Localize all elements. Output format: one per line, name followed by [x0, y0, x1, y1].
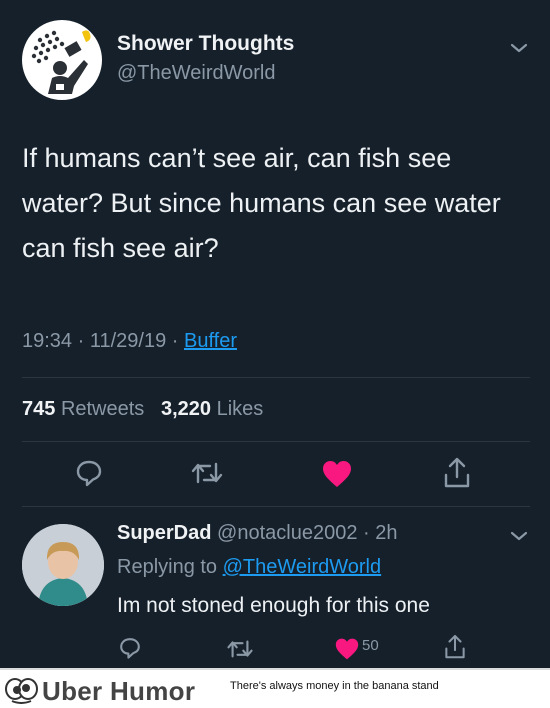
- share-icon[interactable]: [443, 457, 471, 489]
- tweet-text: If humans can’t see air, can fish see wa…: [22, 143, 501, 263]
- replying-to: Replying to @TheWeirdWorld: [117, 556, 381, 579]
- meta-separator: ·: [77, 330, 90, 352]
- reply-icon[interactable]: [74, 458, 104, 488]
- reply-text: Im not stoned enough for this one: [117, 594, 430, 617]
- avatar[interactable]: [22, 20, 102, 100]
- replying-mention-link[interactable]: @TheWeirdWorld: [223, 556, 382, 578]
- like-icon[interactable]: [321, 459, 353, 489]
- like-icon[interactable]: [334, 637, 360, 661]
- reply-display-name[interactable]: SuperDad: [117, 522, 211, 544]
- retweet-count[interactable]: 745: [22, 398, 55, 420]
- meta-separator: ·: [363, 522, 376, 544]
- footer-brand: Uber Humor: [42, 676, 196, 706]
- meta-separator: ·: [171, 330, 184, 352]
- reply-handle[interactable]: @notaclue2002: [217, 522, 357, 544]
- reply-header: SuperDad @notaclue2002 · 2h: [117, 522, 397, 545]
- tweet-date: 11/29/19: [89, 330, 167, 352]
- divider: [22, 441, 530, 442]
- divider: [22, 506, 530, 507]
- uber-humor-logo-icon: [5, 678, 38, 704]
- reply-icon[interactable]: [118, 636, 142, 660]
- share-icon[interactable]: [444, 634, 466, 660]
- tweet-source-link[interactable]: Buffer: [184, 330, 237, 352]
- watermark-footer: Uber Humor There's always money in the b…: [0, 668, 550, 708]
- footer-tagline: There's always money in the banana stand: [230, 680, 439, 692]
- divider: [22, 377, 530, 378]
- replying-prefix: Replying to: [117, 556, 218, 578]
- shower-avatar-icon: [31, 30, 91, 94]
- like-count[interactable]: 3,220: [161, 398, 211, 420]
- avatar[interactable]: [22, 524, 104, 606]
- display-name[interactable]: Shower Thoughts: [117, 32, 294, 56]
- reply-like-count: 50: [362, 637, 379, 654]
- chevron-down-icon[interactable]: [510, 530, 528, 542]
- likes-label[interactable]: Likes: [217, 398, 264, 420]
- retweet-icon[interactable]: [190, 460, 224, 486]
- user-handle[interactable]: @TheWeirdWorld: [117, 62, 276, 85]
- reply-age: 2h: [375, 522, 398, 544]
- chevron-down-icon[interactable]: [510, 42, 528, 54]
- tweet-time: 19:34: [22, 330, 73, 352]
- tweet-stats: 745 Retweets 3,220 Likes: [22, 398, 263, 421]
- tweet-screen: Shower Thoughts @TheWeirdWorld If humans…: [0, 0, 550, 668]
- retweets-label[interactable]: Retweets: [61, 398, 144, 420]
- retweet-icon[interactable]: [226, 638, 254, 660]
- tweet-meta: 19:34 · 11/29/19 · Buffer: [22, 330, 237, 353]
- user-photo-icon: [22, 524, 104, 606]
